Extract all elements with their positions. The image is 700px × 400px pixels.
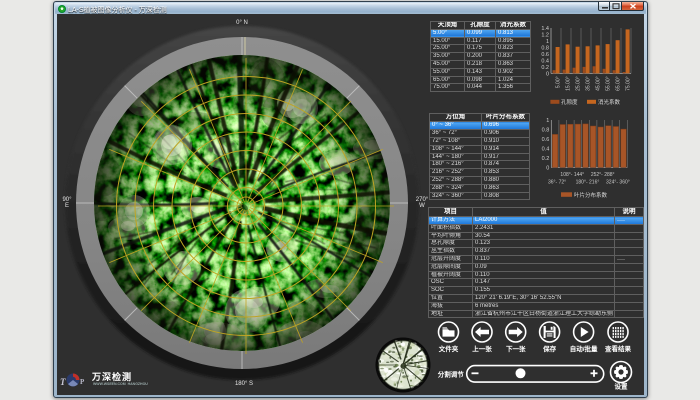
svg-text:0.6: 0.6	[542, 137, 550, 143]
svg-text:自动/批量: 自动/批量	[570, 344, 598, 353]
svg-text:0.8: 0.8	[541, 46, 549, 52]
svg-text:0.2: 0.2	[542, 156, 550, 162]
svg-text:0.4: 0.4	[542, 146, 550, 152]
svg-text:1.2: 1.2	[541, 33, 549, 39]
svg-text:25.00°: 25.00°	[575, 76, 581, 91]
svg-text:0.8: 0.8	[542, 128, 550, 134]
svg-text:5.00°: 5.00°	[555, 76, 561, 88]
svg-text:分割调节: 分割调节	[438, 370, 465, 379]
svg-text:180°- 216°: 180°- 216°	[576, 180, 600, 186]
svg-text:1: 1	[546, 118, 549, 124]
svg-text:0.6: 0.6	[541, 52, 549, 58]
svg-text:55.00°: 55.00°	[605, 76, 611, 91]
svg-text:0.4: 0.4	[541, 58, 549, 64]
svg-text:上一张: 上一张	[472, 344, 492, 353]
svg-text:324°- 360°: 324°- 360°	[606, 180, 630, 186]
svg-text:查看结果: 查看结果	[605, 344, 632, 353]
svg-text:75.00°: 75.00°	[625, 76, 631, 91]
svg-text:36°- 72°: 36°- 72°	[548, 180, 566, 186]
svg-text:保存: 保存	[542, 344, 557, 353]
svg-text:1.4: 1.4	[541, 26, 549, 32]
svg-text:T: T	[60, 377, 66, 387]
svg-text:消光系数: 消光系数	[598, 98, 621, 106]
svg-text:P: P	[80, 378, 85, 386]
svg-text:252°- 288°: 252°- 288°	[591, 172, 615, 178]
svg-text:设置: 设置	[615, 382, 629, 391]
svg-text:45.00°: 45.00°	[595, 76, 601, 91]
svg-text:下一张: 下一张	[506, 344, 526, 353]
svg-text:0: 0	[546, 71, 549, 77]
svg-text:0.2: 0.2	[541, 65, 549, 71]
svg-text:65.00°: 65.00°	[615, 76, 621, 91]
svg-text:35.00°: 35.00°	[585, 76, 591, 91]
svg-text:叶片分布系数: 叶片分布系数	[574, 191, 608, 199]
svg-text:文件夹: 文件夹	[438, 344, 459, 353]
svg-text:1: 1	[546, 39, 549, 45]
svg-text:15.00°: 15.00°	[565, 76, 571, 91]
svg-text:孔隙度: 孔隙度	[561, 98, 578, 106]
svg-text:0: 0	[546, 165, 549, 171]
svg-text:108°- 144°: 108°- 144°	[560, 172, 584, 178]
